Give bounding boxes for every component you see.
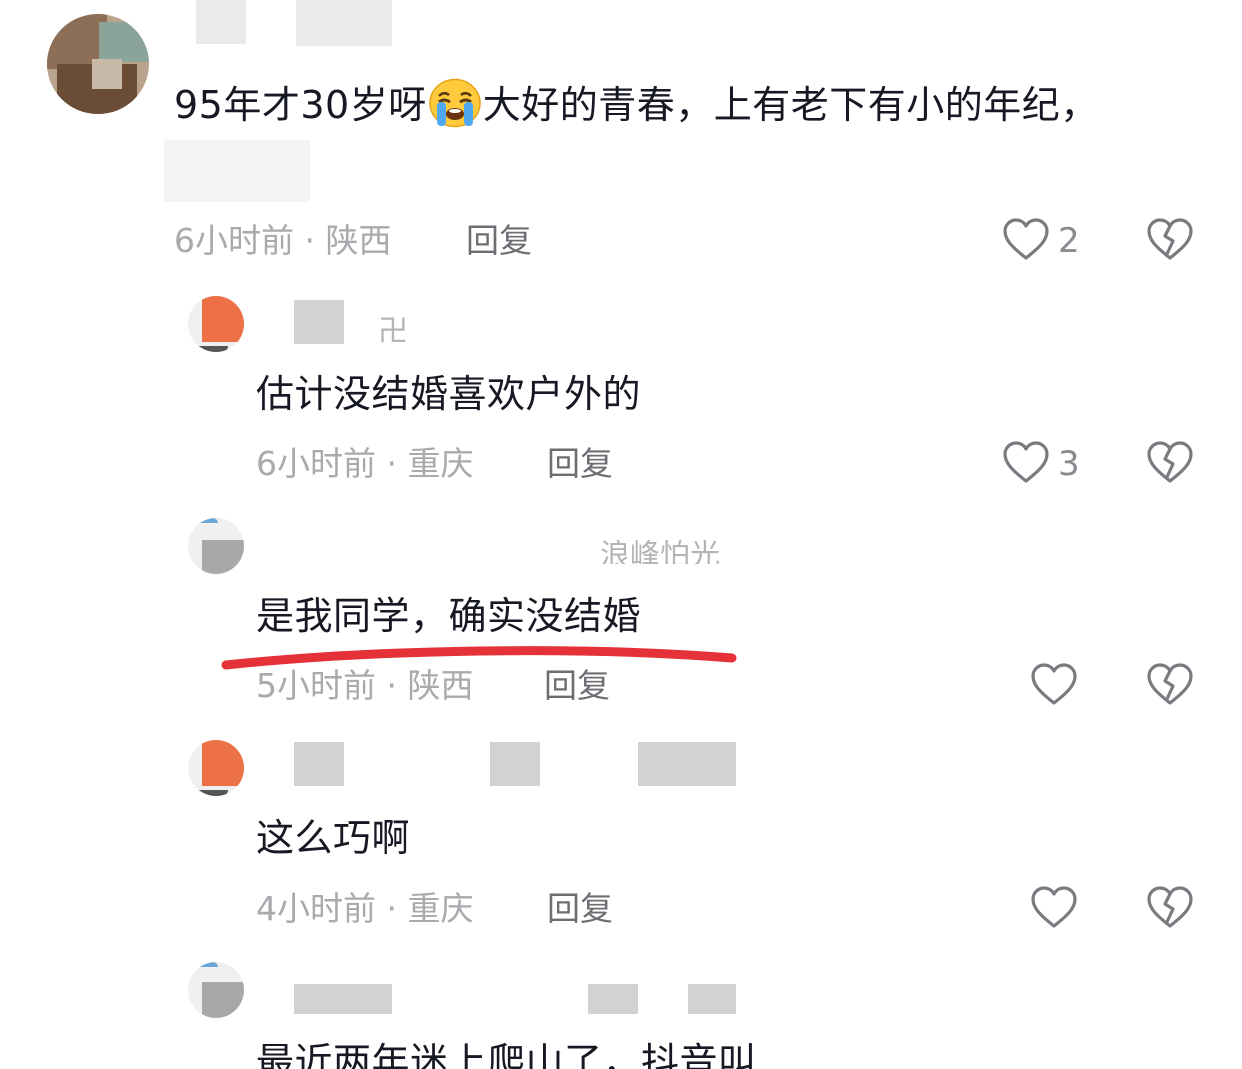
- separator: ·: [386, 889, 398, 928]
- username-mosaic: [490, 742, 540, 786]
- username-area: 浪峰怕光: [600, 540, 760, 564]
- timestamp: 6小时前: [256, 444, 376, 483]
- reply-button[interactable]: 回复: [547, 443, 613, 485]
- text-mosaic: [164, 140, 310, 202]
- comment-text: 这么巧啊: [256, 816, 411, 860]
- location: 重庆: [407, 889, 474, 928]
- heart-outline-icon[interactable]: [1002, 216, 1050, 264]
- like-count: 2: [1058, 221, 1080, 261]
- location: 重庆: [407, 444, 474, 483]
- comment-text: 95年才30岁呀 大好的青春，上有老下有小的年纪，: [174, 78, 1099, 139]
- comment-text: 估计没结婚喜欢户外的: [256, 372, 642, 416]
- username-fragment: 浪峰怕光: [600, 540, 720, 564]
- timestamp: 6小时前: [174, 221, 294, 260]
- separator: ·: [304, 221, 316, 260]
- like-count: 3: [1058, 444, 1080, 484]
- username-mosaic: [296, 0, 392, 46]
- reply-button[interactable]: 回复: [466, 220, 532, 262]
- timestamp: 4小时前: [256, 889, 376, 928]
- broken-heart-icon[interactable]: [1146, 884, 1194, 932]
- reply-button[interactable]: 回复: [547, 888, 613, 930]
- username-mosaic: [294, 984, 392, 1014]
- avatar[interactable]: [47, 14, 149, 114]
- broken-heart-icon[interactable]: [1146, 439, 1194, 487]
- comment-text: 最近两年迷上爬山了，抖音叫: [256, 1040, 757, 1069]
- broken-heart-icon[interactable]: [1146, 216, 1194, 264]
- red-underline-annotation: [221, 646, 737, 670]
- username-mosaic: [588, 984, 638, 1014]
- heart-outline-icon[interactable]: [1002, 439, 1050, 487]
- broken-heart-icon[interactable]: [1146, 661, 1194, 709]
- avatar[interactable]: [188, 962, 244, 1018]
- username-mosaic: [688, 984, 736, 1014]
- heart-outline-icon[interactable]: [1030, 661, 1078, 709]
- loudly-crying-face-emoji: [427, 78, 483, 139]
- avatar[interactable]: [188, 740, 244, 796]
- heart-outline-icon[interactable]: [1030, 884, 1078, 932]
- comment-clip: 最近两年迷上爬山了，抖音叫: [256, 1038, 956, 1069]
- comment-meta: 4小时前 · 重庆: [256, 888, 474, 930]
- comment-meta: 6小时前 · 陕西: [174, 220, 392, 262]
- username-mosaic: [294, 300, 344, 344]
- username-mosaic: [294, 742, 344, 786]
- comment-meta: 6小时前 · 重庆: [256, 443, 474, 485]
- username-fragment: 卍: [378, 314, 408, 349]
- separator: ·: [386, 444, 398, 483]
- location: 陕西: [325, 221, 392, 260]
- avatar[interactable]: [188, 296, 244, 352]
- comment-text: 是我同学，确实没结婚: [256, 594, 642, 638]
- username-mosaic: [196, 0, 246, 44]
- username-mosaic: [638, 742, 736, 786]
- avatar[interactable]: [188, 518, 244, 574]
